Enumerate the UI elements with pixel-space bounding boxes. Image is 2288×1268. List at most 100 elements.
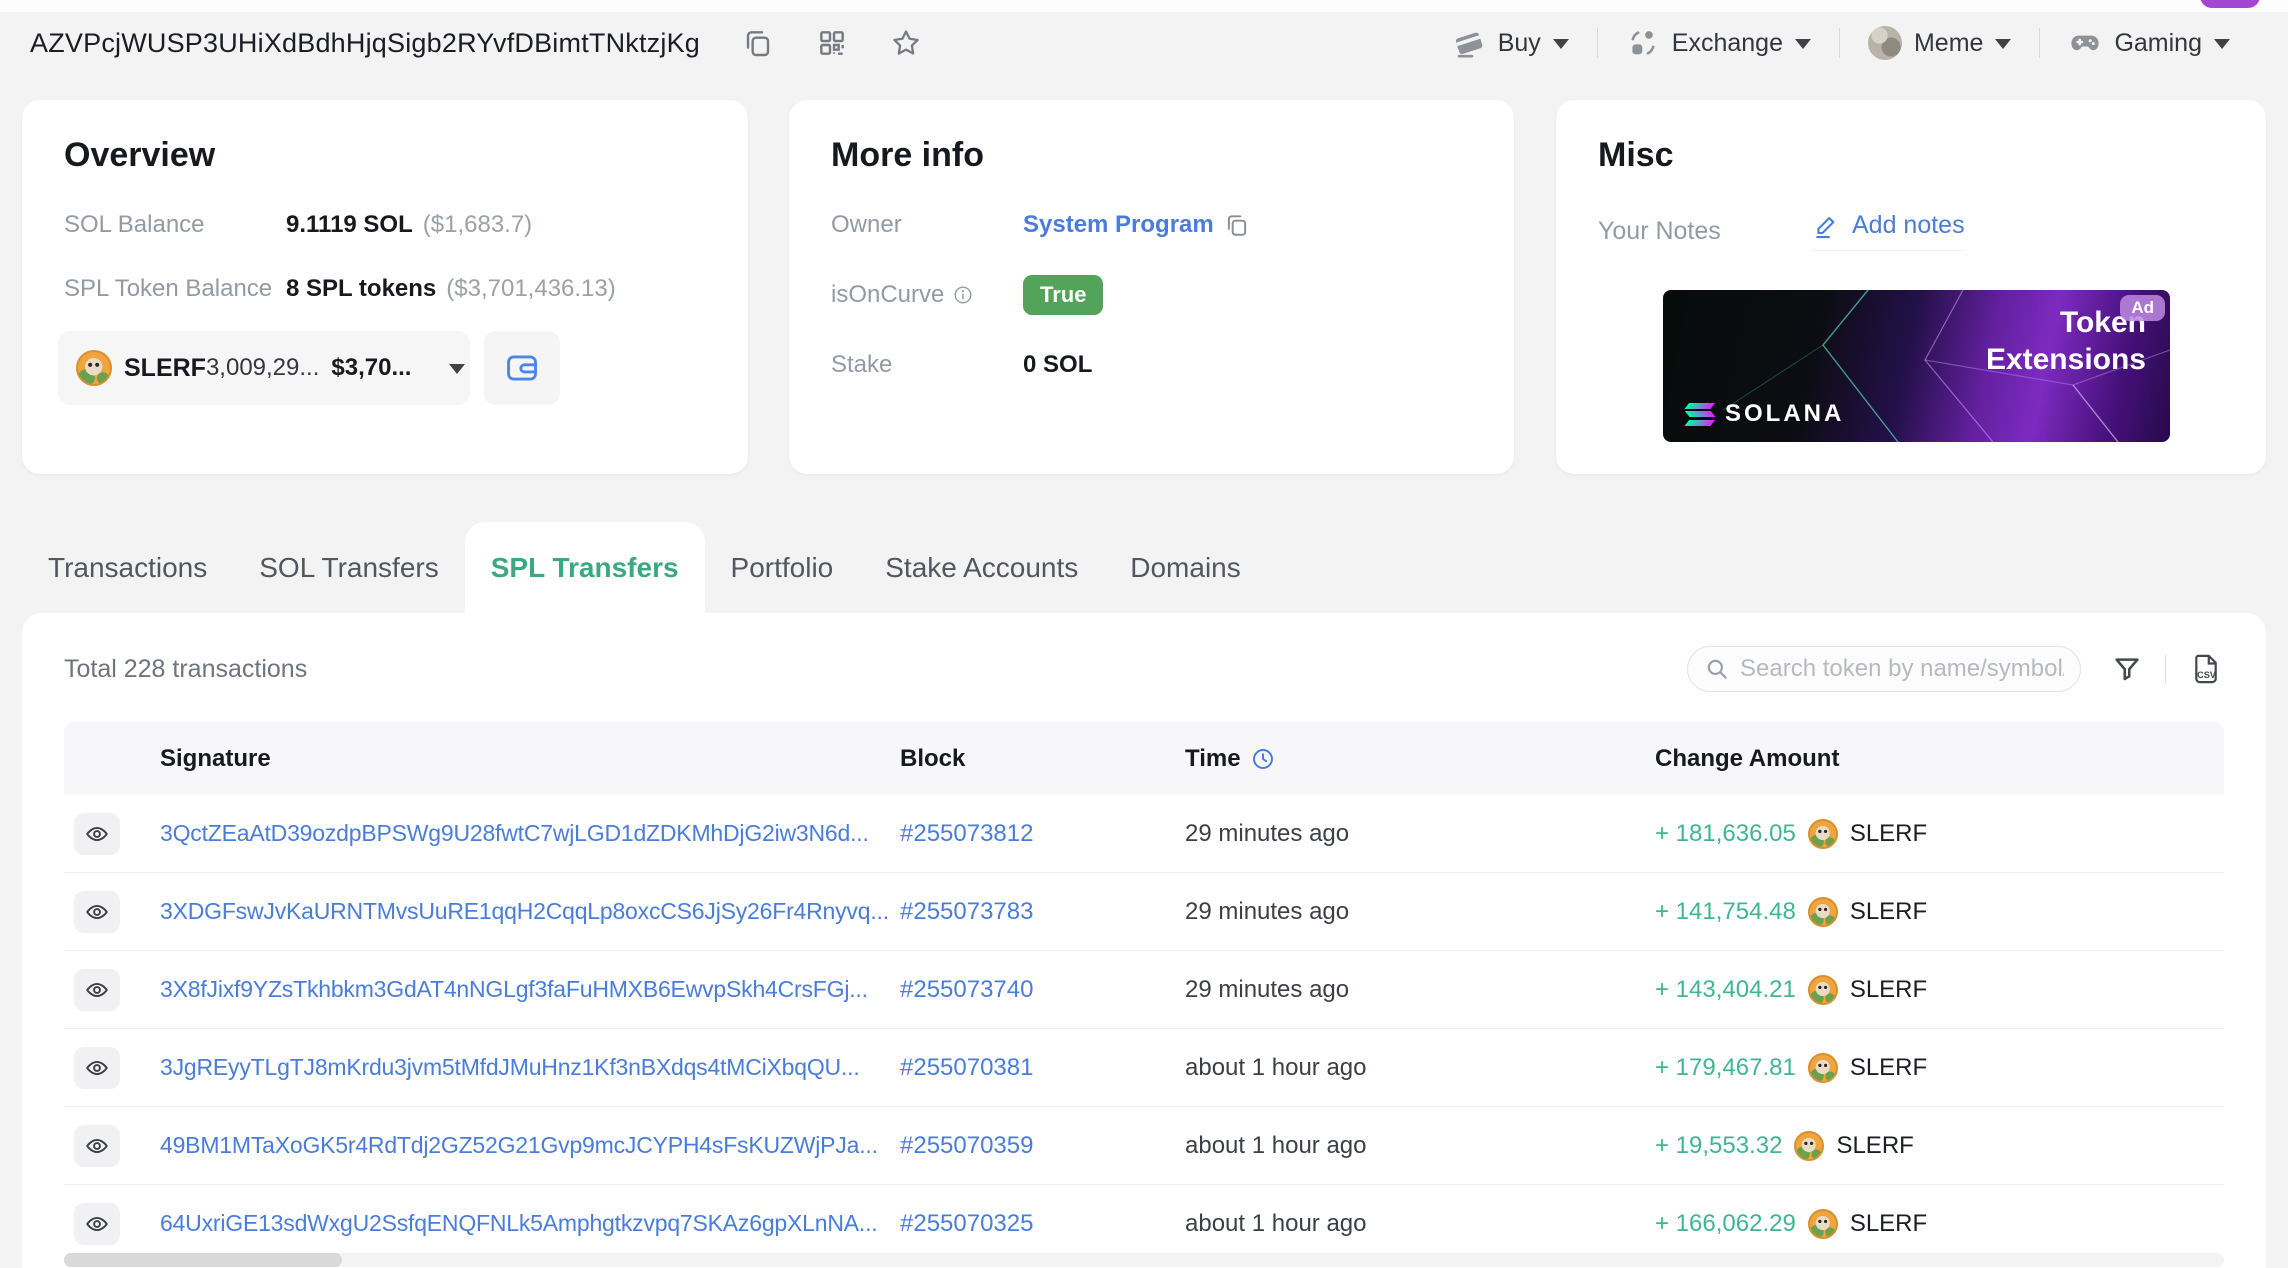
- slerf-token-icon: [1807, 818, 1838, 849]
- preview-eye-button[interactable]: [74, 1046, 120, 1089]
- time-cell: 29 minutes ago: [1185, 975, 1350, 1003]
- spl-balance-value: 8 SPL tokens: [286, 275, 437, 302]
- nav-meme-label: Meme: [1913, 28, 1984, 57]
- slerf-token-icon: [1807, 1052, 1838, 1083]
- time-cell: about 1 hour ago: [1185, 1131, 1367, 1159]
- table-body: 3QctZEaAtD39ozdpBPSWg9U28fwtC7wjLGD1dZDK…: [64, 795, 2224, 1263]
- block-link[interactable]: #255070325: [900, 1210, 1185, 1238]
- signature-link[interactable]: 49BM1MTaXoGK5r4RdTdj2GZ52G21Gvp9mcJCYPH4…: [160, 1132, 900, 1159]
- scrollbar-thumb[interactable]: [64, 1253, 342, 1267]
- signature-link[interactable]: 3X8fJixf9YZsTkhbkm3GdAT4nNGLgf3faFuHMXB6…: [160, 976, 900, 1003]
- stake-value: 0 SOL: [1023, 351, 1093, 378]
- spl-balance-usd: ($3,701,436.13): [446, 275, 616, 302]
- owner-link[interactable]: System Program: [1023, 211, 1214, 239]
- search-input[interactable]: [1740, 655, 2064, 683]
- change-amount-cell: + 181,636.05 SLERF: [1655, 818, 1928, 849]
- info-icon[interactable]: [952, 284, 974, 306]
- nav-meme[interactable]: Meme: [1840, 26, 2039, 60]
- tab-stake-accounts[interactable]: Stake Accounts: [859, 522, 1104, 613]
- change-amount-cell: + 143,404.21 SLERF: [1655, 974, 1928, 1005]
- chevron-down-icon: [2214, 39, 2230, 49]
- wallet-address: AZVPcjWUSP3UHiXdBdhHjqSigb2RYvfDBimtTNkt…: [30, 27, 701, 58]
- block-link[interactable]: #255070359: [900, 1132, 1185, 1160]
- copy-owner-icon[interactable]: [1224, 212, 1250, 238]
- table-row: 49BM1MTaXoGK5r4RdTdj2GZ52G21Gvp9mcJCYPH4…: [64, 1107, 2224, 1185]
- table-row: 3X8fJixf9YZsTkhbkm3GdAT4nNGLgf3faFuHMXB6…: [64, 951, 2224, 1029]
- signature-link[interactable]: 64UxriGE13sdWxgU2SsfqENQFNLk5Amphgtkzvpq…: [160, 1210, 900, 1237]
- nav-buy-label: Buy: [1497, 28, 1541, 57]
- header: AZVPcjWUSP3UHiXdBdhHjqSigb2RYvfDBimtTNkt…: [0, 12, 2288, 74]
- search-icon: [1707, 659, 1727, 679]
- preview-eye-button[interactable]: [74, 812, 120, 855]
- search-box: [1687, 646, 2081, 692]
- top-strip: [0, 0, 2288, 12]
- ad-badge: Ad: [2120, 295, 2165, 321]
- promo-pill: [2200, 0, 2260, 8]
- slerf-token-icon: [1807, 896, 1838, 927]
- eye-icon: [86, 1138, 108, 1153]
- preview-eye-button[interactable]: [74, 1202, 120, 1245]
- change-amount-cell: + 141,754.48 SLERF: [1655, 896, 1928, 927]
- add-notes-button[interactable]: Add notes: [1812, 211, 1965, 251]
- misc-card: Misc Your Notes Add notes Token Extensio…: [1556, 100, 2266, 474]
- portfolio-wallet-button[interactable]: [484, 331, 560, 405]
- sol-balance-value: 9.1119 SOL: [286, 211, 413, 238]
- tab-portfolio[interactable]: Portfolio: [705, 522, 860, 613]
- preview-eye-button[interactable]: [74, 968, 120, 1011]
- credit-card-icon: [1454, 31, 1483, 58]
- tab-bar: Transactions SOL Transfers SPL Transfers…: [22, 522, 1267, 613]
- spl-balance-label: SPL Token Balance: [64, 275, 273, 302]
- tab-sol-transfers[interactable]: SOL Transfers: [233, 522, 464, 613]
- export-csv-button[interactable]: [2188, 651, 2224, 687]
- solana-glyph-icon: [1684, 402, 1716, 426]
- table-toolbar: Total 228 transactions: [64, 645, 2224, 693]
- owner-label: Owner: [831, 211, 902, 238]
- time-cell: 29 minutes ago: [1185, 819, 1350, 847]
- nav-gaming[interactable]: Gaming: [2040, 26, 2258, 60]
- chevron-down-icon: [1552, 39, 1569, 49]
- token-selector[interactable]: SLERF 3,009,29... $3,70...: [58, 331, 470, 405]
- signature-link[interactable]: 3XDGFswJvKaURNTMvsUuRE1qqH2CqqLp8oxcCS6J…: [160, 898, 900, 925]
- block-link[interactable]: #255073783: [900, 898, 1185, 926]
- csv-file-icon: [2195, 654, 2218, 684]
- swap-icon: [1630, 29, 1655, 56]
- col-time: Time: [1185, 745, 1655, 773]
- block-link[interactable]: #255073812: [900, 820, 1185, 848]
- table-header: Signature Block Time Change Amount: [64, 722, 2224, 795]
- preview-eye-button[interactable]: [74, 890, 120, 933]
- signature-link[interactable]: 3JgREyyTLgTJ8mKrdu3jvm5tMfdJMuHnz1Kf3nBX…: [160, 1054, 900, 1081]
- sol-balance-label: SOL Balance: [64, 211, 205, 238]
- token-amount: 3,009,29...: [205, 354, 320, 381]
- slerf-token-icon: [1807, 1208, 1838, 1239]
- nav-gaming-label: Gaming: [2114, 28, 2202, 57]
- filter-button[interactable]: [2111, 653, 2143, 685]
- wallet-icon: [507, 355, 537, 381]
- copy-address-icon[interactable]: [740, 25, 776, 61]
- token-usd-value: $3,70...: [331, 354, 412, 381]
- divider: [2165, 655, 2166, 683]
- nav-exchange[interactable]: Exchange: [1598, 26, 1839, 60]
- tab-spl-transfers[interactable]: SPL Transfers: [464, 522, 705, 613]
- overview-card: Overview SOL Balance 9.1119 SOL ($1,683.…: [22, 100, 748, 474]
- signature-link[interactable]: 3QctZEaAtD39ozdpBPSWg9U28fwtC7wjLGD1dZDK…: [160, 820, 900, 847]
- block-link[interactable]: #255070381: [900, 1054, 1185, 1082]
- block-link[interactable]: #255073740: [900, 976, 1185, 1004]
- nav-buy[interactable]: Buy: [1424, 26, 1597, 60]
- time-cell: about 1 hour ago: [1185, 1053, 1367, 1081]
- tab-transactions[interactable]: Transactions: [22, 522, 233, 613]
- qr-code-icon[interactable]: [814, 25, 850, 61]
- ad-banner[interactable]: Token Extensions Ad SOLANA: [1663, 290, 2170, 442]
- col-change-amount: Change Amount: [1655, 744, 1840, 772]
- clock-icon[interactable]: [1250, 746, 1276, 772]
- filter-icon: [2115, 658, 2139, 681]
- overview-title: Overview: [64, 136, 216, 174]
- preview-eye-button[interactable]: [74, 1124, 120, 1167]
- tab-domains[interactable]: Domains: [1104, 522, 1266, 613]
- sol-balance-usd: ($1,683.7): [422, 211, 533, 238]
- gamepad-icon: [2071, 35, 2100, 51]
- nav-exchange-label: Exchange: [1671, 28, 1783, 57]
- favorite-star-icon[interactable]: [888, 25, 924, 61]
- chevron-down-icon: [449, 364, 466, 374]
- more-info-card: More info Owner System Program isOnCurve…: [789, 100, 1514, 474]
- eye-icon: [86, 982, 108, 997]
